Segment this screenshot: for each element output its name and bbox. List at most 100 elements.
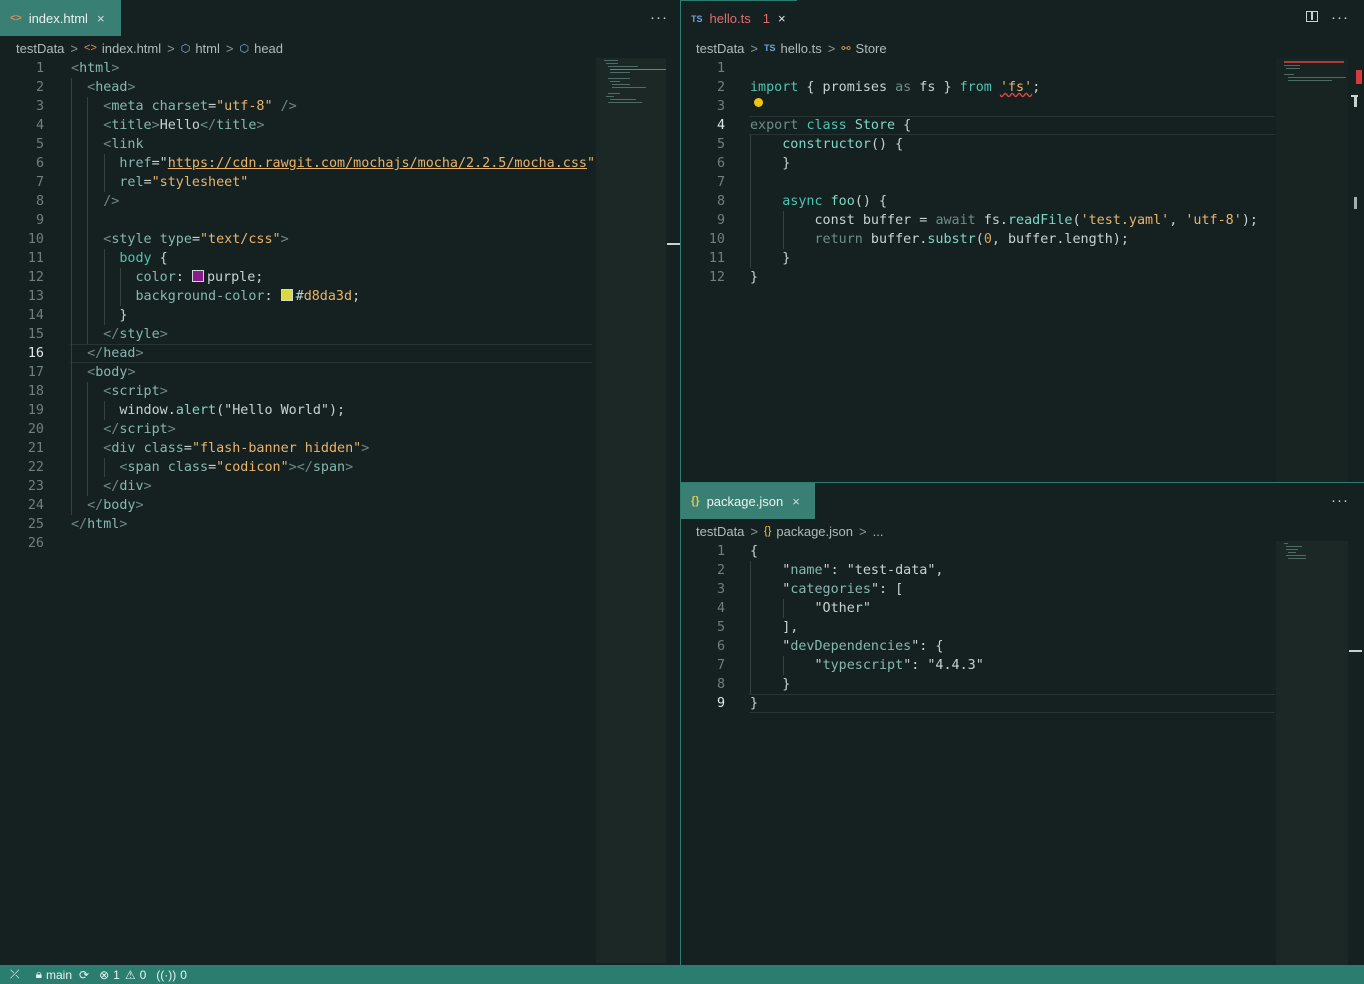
line-number[interactable]: 8 <box>0 192 44 211</box>
code-line[interactable]: { <box>750 542 758 561</box>
breadcrumb-item[interactable]: testData <box>696 41 744 56</box>
line-number[interactable]: 13 <box>0 287 44 306</box>
more-actions-icon[interactable]: ··· <box>1331 492 1349 509</box>
breadcrumb-item[interactable]: testData <box>16 41 64 56</box>
code-line[interactable]: background-color: #d8da3d; <box>71 287 360 306</box>
code-line[interactable]: window.alert("Hello World"); <box>71 401 345 420</box>
line-number[interactable]: 20 <box>0 420 44 439</box>
code-line[interactable]: <html> <box>71 59 119 78</box>
code-line[interactable]: return buffer.substr(0, buffer.length); <box>750 230 1129 249</box>
line-number[interactable]: 4 <box>681 599 725 618</box>
line-number[interactable]: 10 <box>681 230 725 249</box>
breadcrumb-item[interactable]: ... <box>873 524 884 539</box>
color-swatch-icon[interactable] <box>191 270 204 282</box>
line-number[interactable]: 25 <box>0 515 44 534</box>
code-line[interactable]: /> <box>71 192 119 211</box>
code-line[interactable]: } <box>71 306 127 325</box>
line-number[interactable]: 26 <box>0 534 44 553</box>
code-line[interactable]: "typescript": "4.4.3" <box>750 656 983 675</box>
tab-index-html[interactable]: <> index.html × <box>0 0 121 36</box>
line-number[interactable]: 5 <box>681 135 725 154</box>
line-number[interactable]: 24 <box>0 496 44 515</box>
color-swatch-icon[interactable] <box>280 289 293 301</box>
line-number[interactable]: 9 <box>681 694 725 713</box>
split-editor-icon[interactable] <box>1306 11 1318 22</box>
more-actions-icon[interactable]: ··· <box>650 9 668 26</box>
line-number[interactable]: 3 <box>0 97 44 116</box>
code-line[interactable]: color: purple; <box>71 268 263 287</box>
line-number[interactable]: 12 <box>0 268 44 287</box>
code-line[interactable]: async foo() { <box>750 192 887 211</box>
code-line[interactable]: <meta charset="utf-8" /> <box>71 97 297 116</box>
code-line[interactable]: href="https://cdn.rawgit.com/mochajs/moc… <box>71 154 595 173</box>
line-number[interactable]: 23 <box>0 477 44 496</box>
line-number[interactable]: 16 <box>0 344 44 363</box>
code-line[interactable]: <title>Hello</title> <box>71 116 264 135</box>
breadcrumb-item[interactable]: testData <box>696 524 744 539</box>
line-number[interactable]: 8 <box>681 675 725 694</box>
line-number[interactable]: 18 <box>0 382 44 401</box>
code-line[interactable]: const buffer = await fs.readFile('test.y… <box>750 211 1258 230</box>
line-number[interactable]: 1 <box>681 59 725 78</box>
line-number[interactable]: 19 <box>0 401 44 420</box>
line-number[interactable]: 17 <box>0 363 44 382</box>
problems-indicator[interactable]: ⊗ 1 ⚠ 0 <box>99 968 146 982</box>
code-line[interactable]: } <box>750 249 790 268</box>
line-number[interactable]: 21 <box>0 439 44 458</box>
line-number[interactable]: 11 <box>0 249 44 268</box>
breadcrumb-item[interactable]: head <box>254 41 283 56</box>
sync-icon[interactable]: ⟳ <box>79 968 89 982</box>
line-number[interactable]: 2 <box>681 561 725 580</box>
line-number[interactable]: 8 <box>681 192 725 211</box>
breadcrumb-item[interactable]: package.json <box>776 524 853 539</box>
breadcrumb-item[interactable]: hello.ts <box>781 41 822 56</box>
close-icon[interactable]: × <box>778 11 786 26</box>
code-line[interactable]: <head> <box>71 78 135 97</box>
code-line[interactable]: </div> <box>71 477 151 496</box>
line-number[interactable]: 4 <box>681 116 725 135</box>
line-number[interactable]: 2 <box>0 78 44 97</box>
code-line[interactable]: "Other" <box>750 599 870 618</box>
branch-indicator[interactable]: 🔒︎ main ⟳ <box>36 967 89 982</box>
breadcrumb-item[interactable]: html <box>195 41 220 56</box>
line-number[interactable]: 3 <box>681 97 725 116</box>
line-number[interactable]: 4 <box>0 116 44 135</box>
minimap[interactable] <box>1276 58 1348 482</box>
code-line[interactable]: <div class="flash-banner hidden"> <box>71 439 369 458</box>
line-number[interactable]: 12 <box>681 268 725 287</box>
code-line[interactable]: export class Store { <box>750 116 911 135</box>
code-area[interactable]: 1 {2 "name": "test-data", 3 "categories": … <box>681 541 1275 961</box>
code-line[interactable]: constructor() { <box>750 135 903 154</box>
code-line[interactable]: <script> <box>71 382 168 401</box>
line-number[interactable]: 5 <box>681 618 725 637</box>
code-line[interactable]: <span class="codicon"></span> <box>71 458 353 477</box>
tab-hello-ts[interactable]: TS hello.ts 1 × <box>681 0 797 36</box>
code-line[interactable]: } <box>750 268 758 287</box>
code-line[interactable]: "categories": [ <box>750 580 903 599</box>
code-line[interactable]: </body> <box>71 496 143 515</box>
remote-indicator[interactable]: ⤫ <box>10 967 20 982</box>
code-line[interactable]: </head> <box>71 344 143 363</box>
code-line[interactable]: body { <box>71 249 167 268</box>
close-icon[interactable]: × <box>97 11 105 26</box>
lightbulb-icon[interactable] <box>754 98 763 107</box>
code-line[interactable]: "name": "test-data", <box>750 561 943 580</box>
code-line[interactable]: ], <box>750 618 798 637</box>
breadcrumb-item[interactable]: Store <box>856 41 887 56</box>
line-number[interactable]: 10 <box>0 230 44 249</box>
ports-indicator[interactable]: ((·)) 0 <box>156 968 187 982</box>
code-line[interactable]: <link <box>71 135 143 154</box>
code-line[interactable]: </style> <box>71 325 168 344</box>
tab-package-json[interactable]: {} package.json × <box>681 483 815 519</box>
minimap[interactable] <box>596 58 666 963</box>
code-line[interactable]: } <box>750 694 758 713</box>
code-line[interactable]: "devDependencies": { <box>750 637 943 656</box>
minimap[interactable] <box>1276 541 1348 965</box>
line-number[interactable]: 1 <box>681 542 725 561</box>
line-number[interactable]: 7 <box>0 173 44 192</box>
close-icon[interactable]: × <box>792 494 800 509</box>
code-line[interactable]: <style type="text/css"> <box>71 230 288 249</box>
line-number[interactable]: 22 <box>0 458 44 477</box>
line-number[interactable]: 6 <box>681 637 725 656</box>
line-number[interactable]: 3 <box>681 580 725 599</box>
